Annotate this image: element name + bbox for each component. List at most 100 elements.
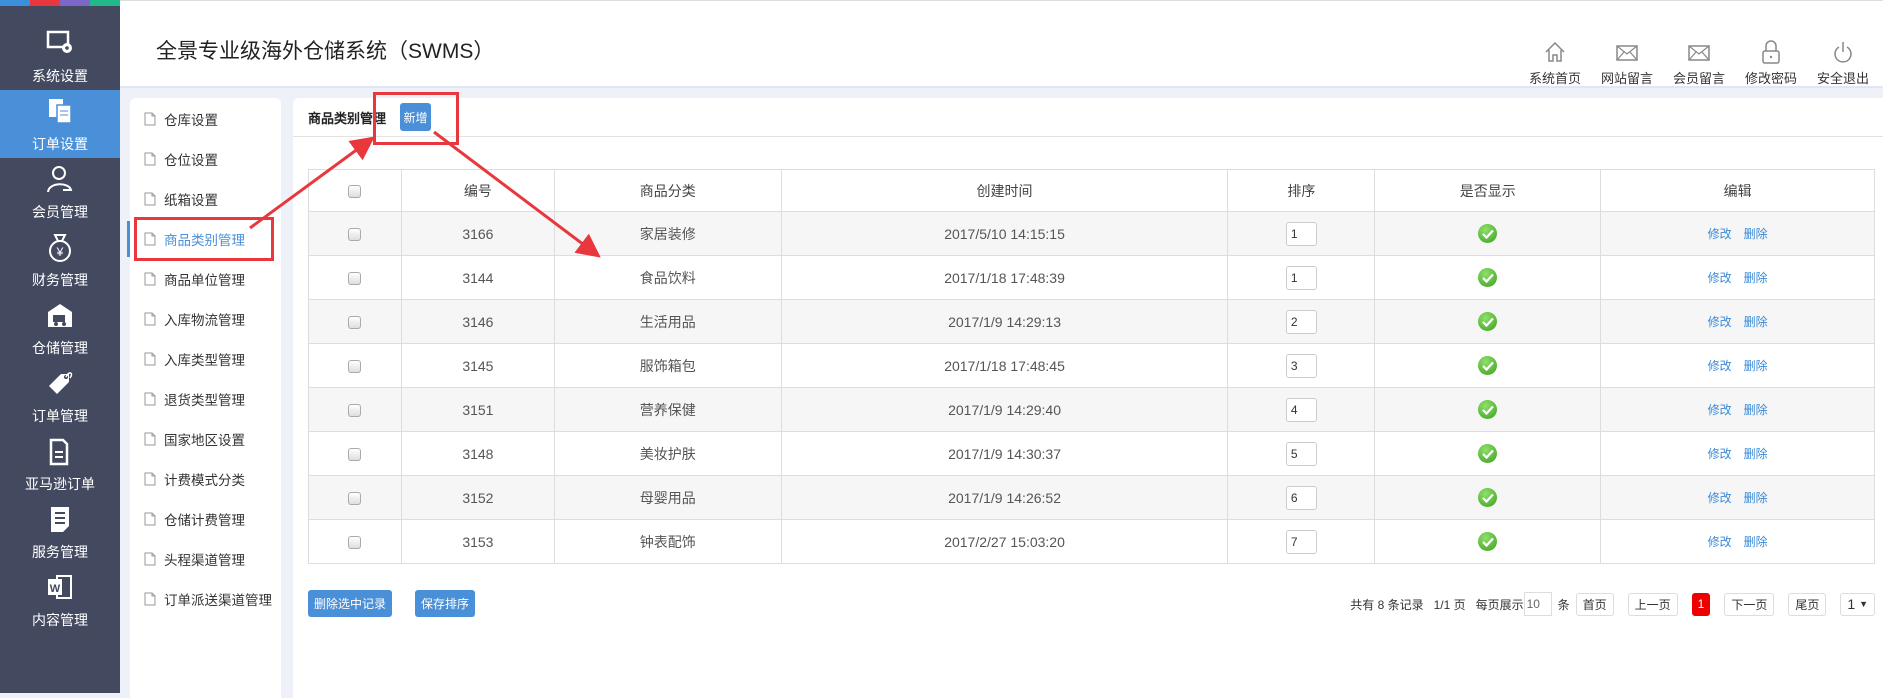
prev-page-button[interactable]: 上一页	[1627, 592, 1678, 616]
edit-link[interactable]: 修改	[1708, 359, 1732, 373]
sort-input[interactable]: 2	[1285, 309, 1317, 334]
submenu-item[interactable]: 头程渠道管理	[130, 539, 281, 579]
sort-input[interactable]: 5	[1285, 441, 1317, 466]
file-icon	[144, 392, 156, 406]
shown-status-icon[interactable]	[1478, 312, 1498, 331]
next-page-button[interactable]: 下一页	[1724, 592, 1775, 616]
cell-shown	[1374, 475, 1602, 520]
submenu-item[interactable]: 退货类型管理	[130, 379, 281, 419]
delete-link[interactable]: 删除	[1744, 359, 1768, 373]
sidebar-item[interactable]: ¥ 财务管理	[0, 226, 120, 294]
sidebar: 系统设置 订单设置 会员管理 ¥ 财务管理 仓储管理 订单管理亚马逊订单服务管理 W 内容管理	[0, 0, 120, 693]
shown-status-icon[interactable]	[1478, 268, 1498, 287]
edit-link[interactable]: 修改	[1708, 447, 1732, 461]
add-button[interactable]: 新增	[400, 103, 432, 131]
page-select[interactable]: 1 ▼	[1840, 592, 1875, 616]
page-title: 商品类别管理	[308, 110, 387, 126]
cell-created: 2017/2/27 15:03:20	[780, 519, 1229, 564]
last-page-button[interactable]: 尾页	[1788, 592, 1827, 616]
shown-status-icon[interactable]	[1478, 444, 1498, 463]
cell-sort: 2	[1227, 299, 1376, 344]
delete-link[interactable]: 删除	[1744, 315, 1768, 329]
sort-input[interactable]: 7	[1285, 529, 1317, 554]
delete-link[interactable]: 删除	[1744, 271, 1768, 285]
row-checkbox[interactable]	[348, 492, 362, 506]
header-link[interactable]: 安全退出	[1807, 39, 1879, 87]
header-link-label: 安全退出	[1816, 71, 1869, 86]
shown-status-icon[interactable]	[1478, 356, 1498, 375]
delete-link[interactable]: 删除	[1744, 491, 1768, 505]
sort-input[interactable]: 1	[1285, 221, 1317, 246]
table-row: 3146 生活用品 2017/1/9 14:29:13 2 修改 删除	[308, 299, 1875, 344]
table-row: 3144 食品饮料 2017/1/18 17:48:39 1 修改 删除	[308, 255, 1875, 300]
row-checkbox[interactable]	[348, 272, 362, 286]
cell-shown	[1374, 343, 1602, 388]
sidebar-item[interactable]: 订单设置	[0, 90, 120, 158]
word-doc-icon: W	[48, 575, 72, 599]
sidebar-item[interactable]: 亚马逊订单	[0, 430, 120, 498]
edit-link[interactable]: 修改	[1708, 271, 1732, 285]
submenu-item[interactable]: 商品类别管理	[127, 219, 281, 259]
shown-status-icon[interactable]	[1478, 224, 1498, 243]
sidebar-item[interactable]: 订单管理	[0, 362, 120, 430]
submenu-item[interactable]: 订单派送渠道管理	[130, 579, 281, 619]
submenu-item[interactable]: 入库物流管理	[130, 299, 281, 339]
check-icon	[1481, 273, 1494, 283]
submenu-item[interactable]: 计费模式分类	[130, 459, 281, 499]
header-link[interactable]: 网站留言	[1591, 39, 1663, 87]
submenu-item[interactable]: 仓库设置	[130, 99, 281, 139]
row-checkbox[interactable]	[348, 228, 362, 242]
submenu-item-label: 商品类别管理	[164, 233, 245, 248]
delete-link[interactable]: 删除	[1744, 447, 1768, 461]
edit-link[interactable]: 修改	[1708, 227, 1732, 241]
edit-link[interactable]: 修改	[1708, 315, 1732, 329]
sort-input[interactable]: 1	[1285, 265, 1317, 290]
edit-link[interactable]: 修改	[1708, 403, 1732, 417]
sidebar-item[interactable]: 服务管理	[0, 498, 120, 566]
delete-link[interactable]: 删除	[1744, 227, 1768, 241]
row-checkbox[interactable]	[348, 448, 362, 462]
edit-link[interactable]: 修改	[1708, 491, 1732, 505]
sort-input[interactable]: 4	[1285, 397, 1317, 422]
submenu-item[interactable]: 仓储计费管理	[130, 499, 281, 539]
cell-created: 2017/1/9 14:26:52	[780, 475, 1229, 520]
sort-input[interactable]: 6	[1285, 485, 1317, 510]
header-link[interactable]: 修改密码	[1735, 39, 1807, 87]
edit-link[interactable]: 修改	[1708, 535, 1732, 549]
per-page-input[interactable]: 10	[1523, 592, 1552, 616]
submenu-item[interactable]: 仓位设置	[130, 139, 281, 179]
shown-status-icon[interactable]	[1478, 488, 1498, 507]
current-page[interactable]: 1	[1691, 592, 1711, 616]
select-all-checkbox[interactable]	[348, 185, 362, 199]
sidebar-item[interactable]: 会员管理	[0, 158, 120, 226]
sidebar-item[interactable]: 系统设置	[0, 22, 120, 90]
cell-sort: 1	[1227, 211, 1376, 256]
row-checkbox[interactable]	[348, 404, 362, 418]
submenu-item[interactable]: 纸箱设置	[130, 179, 281, 219]
delete-selected-button[interactable]: 删除选中记录	[308, 590, 393, 617]
submenu-item[interactable]: 商品单位管理	[130, 259, 281, 299]
header-link[interactable]: 会员留言	[1663, 39, 1735, 87]
sidebar-item[interactable]: W 内容管理	[0, 566, 120, 634]
sidebar-item[interactable]: 仓储管理	[0, 294, 120, 362]
delete-link[interactable]: 删除	[1744, 403, 1768, 417]
cell-edit: 修改 删除	[1600, 299, 1875, 344]
save-sort-button[interactable]: 保存排序	[415, 590, 476, 617]
row-checkbox[interactable]	[348, 360, 362, 374]
mail-icon	[1616, 45, 1638, 61]
column-header-select	[308, 169, 402, 212]
shown-status-icon[interactable]	[1478, 532, 1498, 551]
shown-status-icon[interactable]	[1478, 400, 1498, 419]
submenu-item[interactable]: 国家地区设置	[130, 419, 281, 459]
cell-edit: 修改 删除	[1600, 431, 1875, 476]
cell-category: 家居装修	[553, 211, 782, 256]
sidebar-item-label: 亚马逊订单	[25, 476, 95, 492]
first-page-button[interactable]: 首页	[1575, 592, 1614, 616]
delete-link[interactable]: 删除	[1744, 535, 1768, 549]
submenu-item[interactable]: 入库类型管理	[130, 339, 281, 379]
file-copy-icon	[49, 438, 69, 466]
row-checkbox[interactable]	[348, 316, 362, 330]
sort-input[interactable]: 3	[1285, 353, 1317, 378]
row-checkbox[interactable]	[348, 536, 362, 550]
header-link[interactable]: 系统首页	[1519, 39, 1591, 87]
